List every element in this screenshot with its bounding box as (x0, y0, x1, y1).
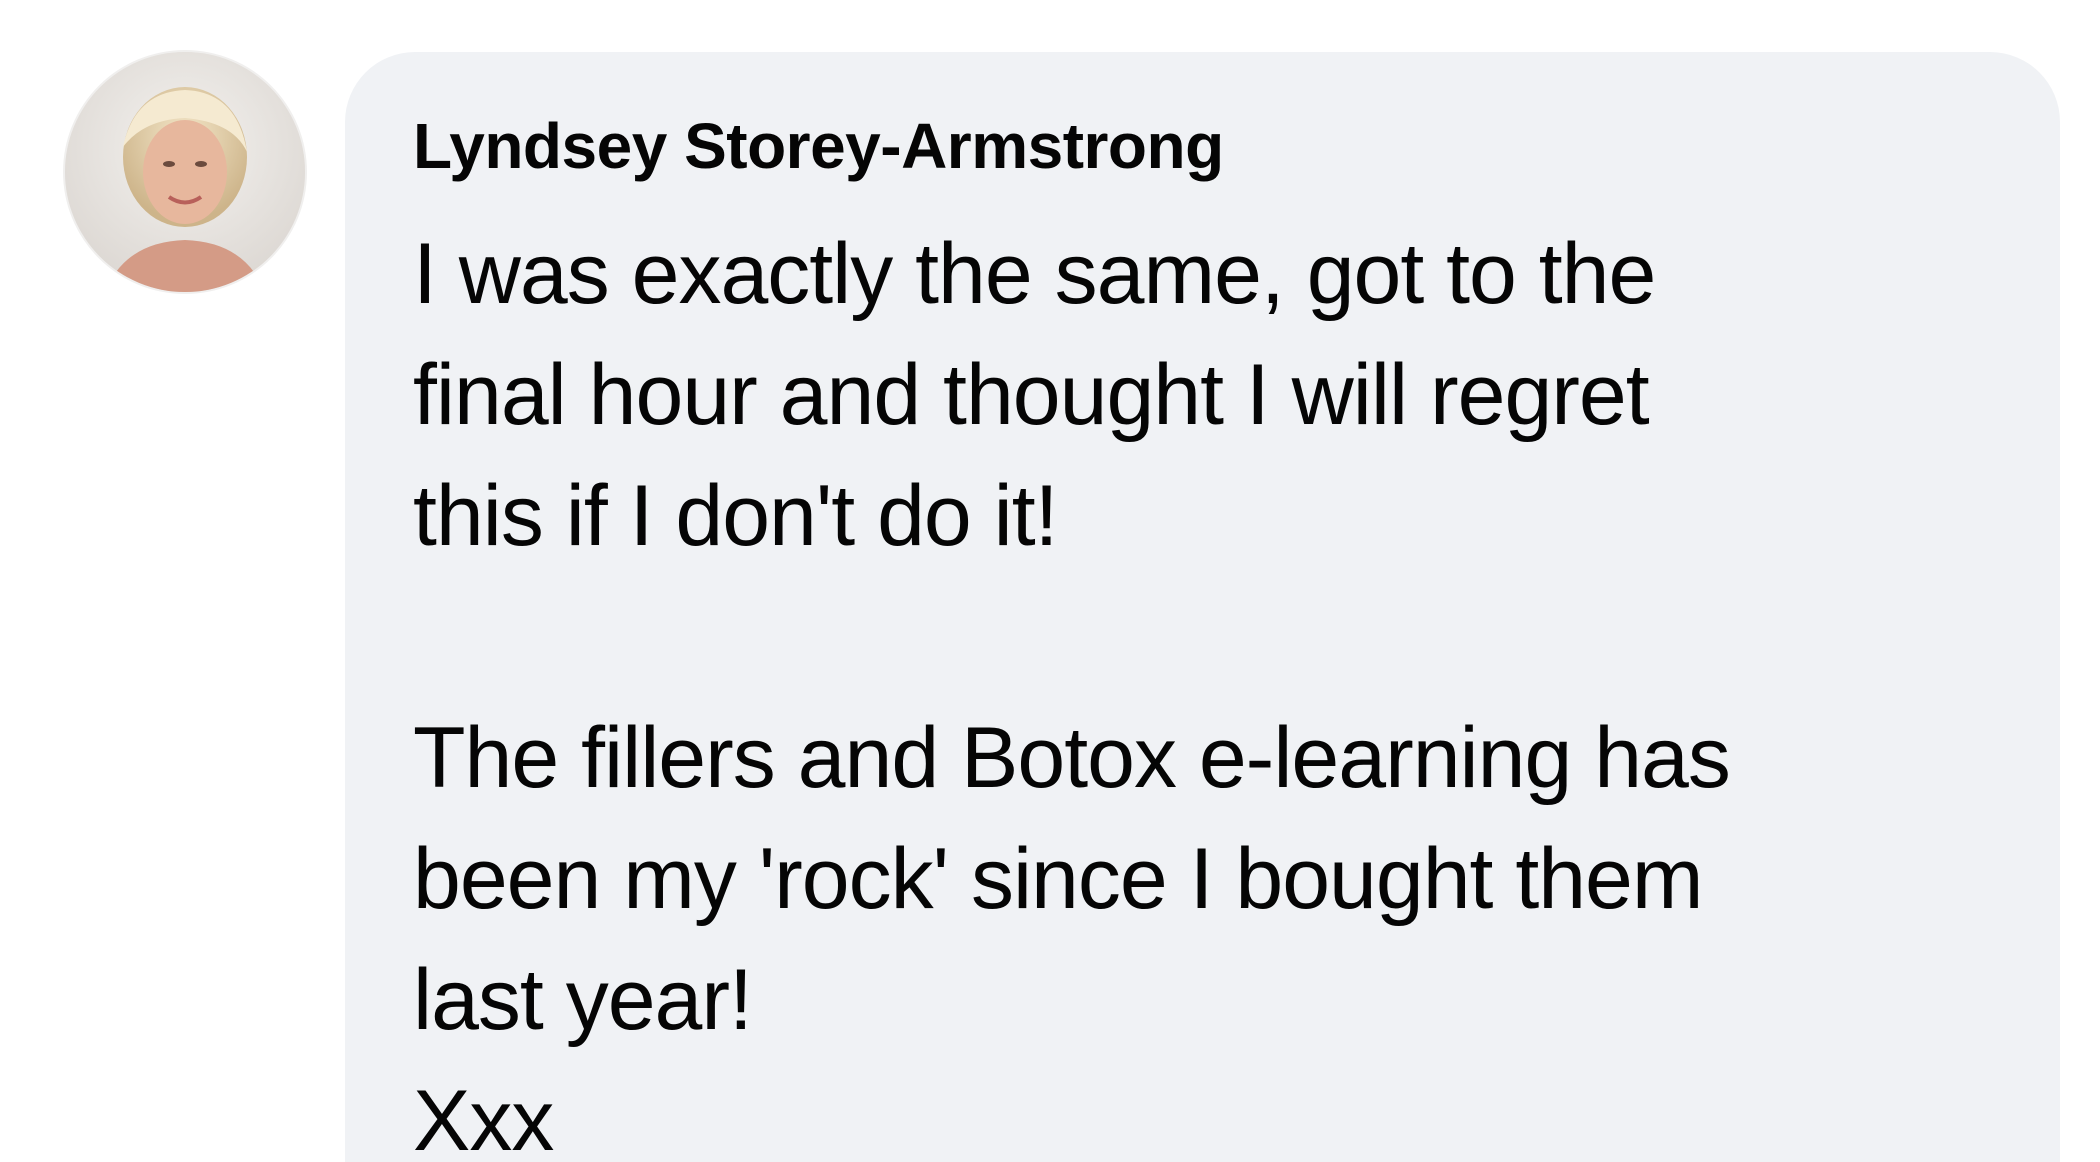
comment-text: I was exactly the same, got to the final… (413, 226, 1731, 1162)
comment-author[interactable]: Lyndsey Storey-Armstrong (413, 114, 2060, 178)
comment-row: Lyndsey Storey-Armstrong I was exactly t… (0, 0, 2100, 1162)
profile-photo-icon (65, 52, 305, 292)
comment-bubble: Lyndsey Storey-Armstrong I was exactly t… (345, 52, 2060, 1162)
avatar[interactable] (65, 52, 305, 292)
